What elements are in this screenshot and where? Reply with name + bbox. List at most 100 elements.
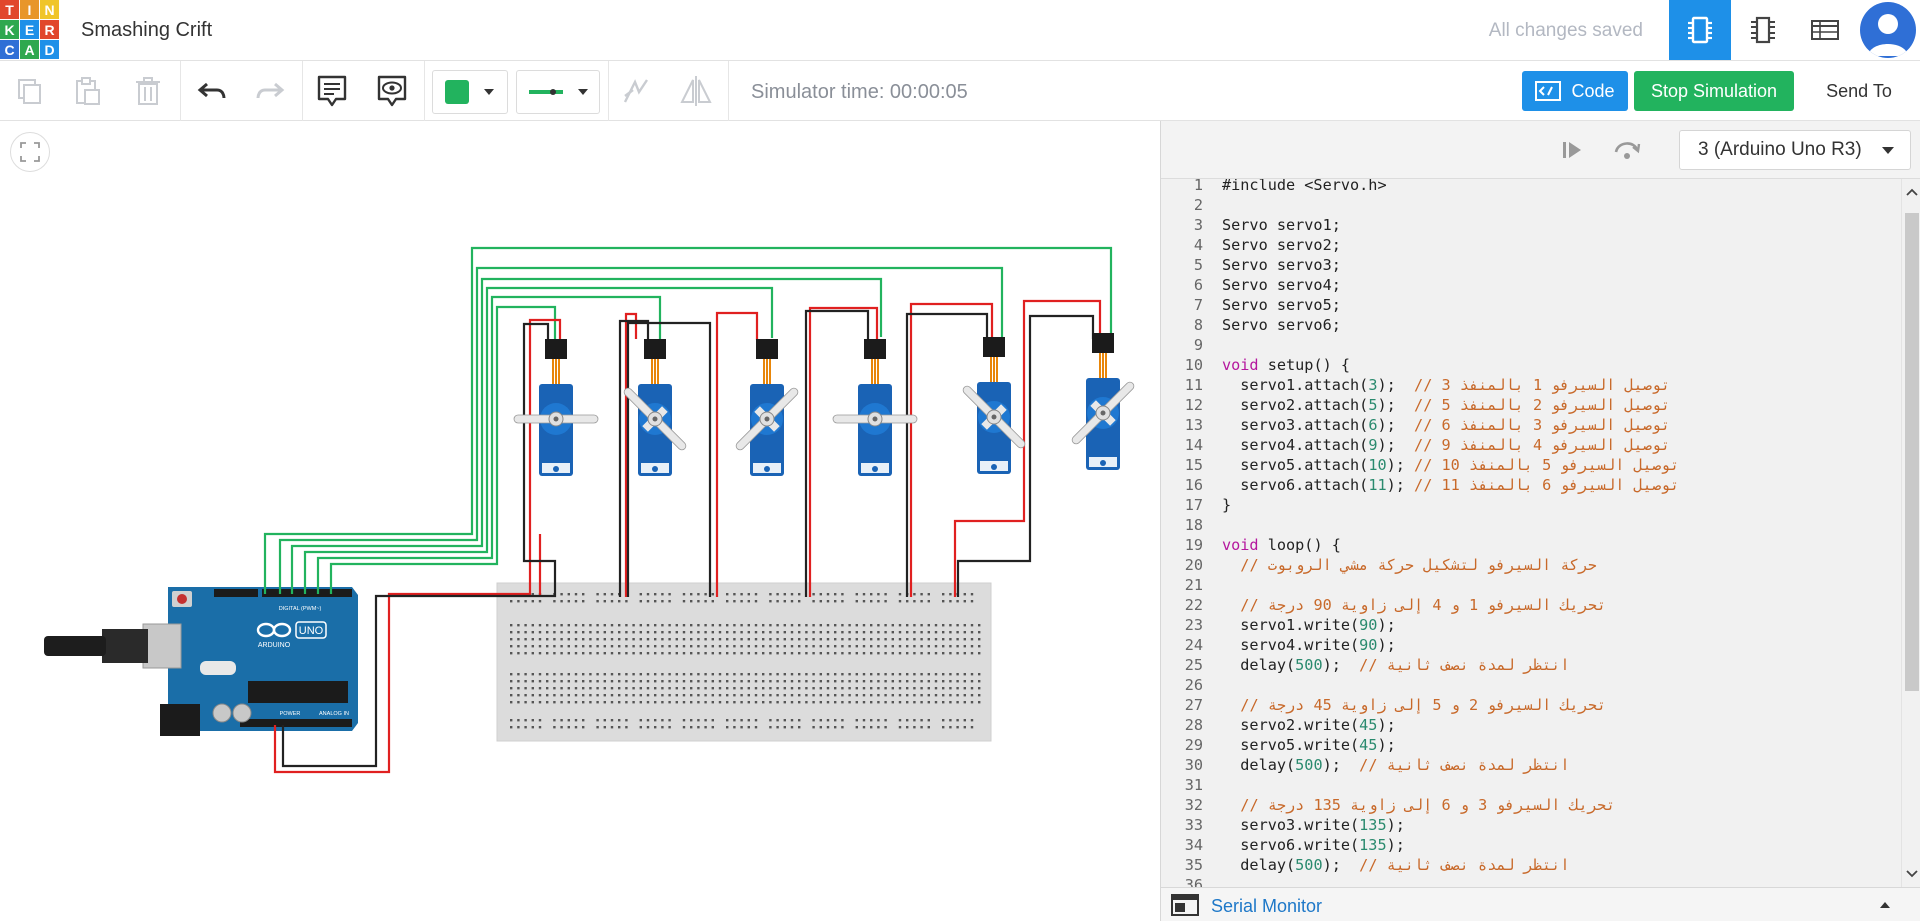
project-title[interactable]: Smashing Crift (81, 19, 212, 42)
step-button[interactable] (1559, 137, 1585, 168)
fit-view-button[interactable] (10, 132, 50, 172)
editor-scrollbar[interactable] (1901, 179, 1920, 887)
line-number: 36 (1184, 876, 1203, 887)
code-line[interactable]: 6 Servo servo4; (1161, 275, 1901, 295)
code-toolbar: 3 (Arduino Uno R3) (1161, 121, 1920, 179)
line-number: 14 (1184, 436, 1203, 454)
code-line[interactable]: 2 (1161, 195, 1901, 215)
component-list-button[interactable] (1794, 0, 1856, 60)
code-line[interactable]: 5 Servo servo3; (1161, 255, 1901, 275)
servo-motor[interactable] (832, 339, 918, 479)
code-line[interactable]: 12 servo2.attach(5); // توصيل السيرفو 2 … (1161, 395, 1901, 415)
code-text: servo6.write(135); (1222, 836, 1405, 854)
code-line[interactable]: 25 delay(500); // انتظر لمدة نصف ثانية (1161, 655, 1901, 675)
redo-icon (256, 82, 285, 99)
serial-monitor-label[interactable]: Serial Monitor (1211, 896, 1322, 917)
code-line[interactable]: 17} (1161, 495, 1901, 515)
code-line[interactable]: 29 servo5.write(45); (1161, 735, 1901, 755)
fill-color-swatch (445, 80, 469, 104)
arduino-uno-board[interactable]: UNO ARDUINO DIGITAL (PWM~) POWER ANALOG … (44, 587, 358, 736)
line-number: 33 (1184, 816, 1203, 834)
code-line[interactable]: 31 (1161, 775, 1901, 795)
code-line[interactable]: 14 servo4.attach(9); // توصيل السيرفو 4 … (1161, 435, 1901, 455)
code-editor[interactable]: 1 #include <Servo.h> 2 3 Servo servo1; 4 Servo… (1161, 179, 1901, 887)
code-text: // تحريك السيرفو 1 و 4 إلى زاوية 90 درجة (1240, 596, 1607, 614)
code-line[interactable]: 9 (1161, 335, 1901, 355)
code-line[interactable]: 18 (1161, 515, 1901, 535)
code-line[interactable]: 34 servo6.write(135); (1161, 835, 1901, 855)
tinkercad-logo[interactable]: TIN KER CAD (0, 0, 59, 59)
paste-button[interactable] (68, 71, 108, 111)
code-button[interactable]: Code (1522, 71, 1628, 111)
code-line[interactable]: 24 servo4.write(90); (1161, 635, 1901, 655)
code-line[interactable]: 1 #include <Servo.h> (1161, 179, 1901, 195)
send-to-button[interactable]: Send To (1800, 71, 1918, 111)
notes-button[interactable] (312, 71, 352, 111)
code-line[interactable]: 26 (1161, 675, 1901, 695)
undo-button[interactable] (192, 71, 232, 111)
code-line[interactable]: 33 servo3.write(135); (1161, 815, 1901, 835)
flip-button[interactable] (676, 71, 716, 111)
device-select-value: 3 (Arduino Uno R3) (1698, 139, 1862, 160)
code-line[interactable]: 4 Servo servo2; (1161, 235, 1901, 255)
schematic-view-button[interactable] (1732, 0, 1794, 60)
code-text: Servo servo2; (1222, 236, 1341, 254)
code-line[interactable]: 20 // حركة السيرفو لتشكيل حركة مشي الروب… (1161, 555, 1901, 575)
app-header: TIN KER CAD Smashing Crift All changes sav… (0, 0, 1920, 61)
code-line[interactable]: 7 Servo servo5; (1161, 295, 1901, 315)
code-text: // تحريك السيرفو 2 و 5 إلى زاوية 45 درجة (1240, 696, 1607, 714)
notes-visibility-button[interactable] (372, 71, 412, 111)
line-number: 5 (1193, 256, 1203, 274)
code-line[interactable]: 11 servo1.attach(3); // توصيل السيرفو 1 … (1161, 375, 1901, 395)
align-button[interactable] (616, 71, 656, 111)
code-text: servo3.write(135); (1222, 816, 1405, 834)
code-line[interactable]: 19 void loop() { (1161, 535, 1901, 555)
redo-button[interactable] (250, 71, 290, 111)
line-number: 21 (1184, 576, 1203, 594)
save-status: All changes saved (1488, 20, 1643, 41)
stop-simulation-button[interactable]: Stop Simulation (1634, 71, 1794, 111)
circuit-canvas[interactable]: UNO ARDUINO DIGITAL (PWM~) POWER ANALOG … (0, 121, 1160, 921)
circuit-view-button[interactable] (1669, 0, 1731, 60)
code-line[interactable]: 22 // تحريك السيرفو 1 و 4 إلى زاوية 90 د… (1161, 595, 1901, 615)
code-text: servo3.attach(6); // توصيل السيرفو 3 بال… (1222, 416, 1671, 434)
code-line[interactable]: 30 delay(500); // انتظر لمدة نصف ثانية (1161, 755, 1901, 775)
fill-color-dropdown[interactable] (432, 70, 508, 114)
step-over-button[interactable] (1613, 137, 1641, 168)
scroll-thumb[interactable] (1905, 213, 1919, 691)
code-line[interactable]: 28 servo2.write(45); (1161, 715, 1901, 735)
schematic-view-icon (1751, 16, 1775, 44)
code-line[interactable]: 32 // تحريك السيرفو 3 و 6 إلى زاوية 135 … (1161, 795, 1901, 815)
code-line[interactable]: 35 delay(500); // انتظر لمدة نصف ثانية (1161, 855, 1901, 875)
servo-motor[interactable] (727, 339, 806, 479)
code-line[interactable]: 8 Servo servo6; (1161, 315, 1901, 335)
serial-monitor-icon (1171, 894, 1199, 916)
simulator-time: Simulator time: 00:00:05 (751, 81, 968, 103)
digital-pins-label: DIGITAL (PWM~) (279, 606, 322, 612)
component-list-icon (1811, 20, 1839, 40)
device-select[interactable]: 3 (Arduino Uno R3) (1679, 130, 1911, 170)
line-number: 24 (1184, 636, 1203, 654)
code-line[interactable]: 23 servo1.write(90); (1161, 615, 1901, 635)
servo-motor[interactable] (954, 337, 1033, 477)
breadboard[interactable] (496, 582, 992, 742)
delete-button[interactable] (128, 71, 168, 111)
servos[interactable] (513, 333, 1143, 479)
code-line[interactable]: 15 servo5.attach(10); // توصيل السيرفو 5… (1161, 455, 1901, 475)
wire-color-dropdown[interactable] (516, 70, 600, 114)
copy-button[interactable] (10, 71, 50, 111)
code-line[interactable]: 27 // تحريك السيرفو 2 و 5 إلى زاوية 45 د… (1161, 695, 1901, 715)
code-line[interactable]: 13 servo3.attach(6); // توصيل السيرفو 3 … (1161, 415, 1901, 435)
serial-monitor-bar[interactable]: Serial Monitor (1161, 887, 1920, 921)
circuit-drawing[interactable]: UNO ARDUINO DIGITAL (PWM~) POWER ANALOG … (0, 121, 1160, 921)
servo-motor[interactable] (513, 339, 599, 479)
code-line[interactable]: 3 Servo servo1; (1161, 215, 1901, 235)
code-line[interactable]: 16 servo6.attach(11); // توصيل السيرفو 6… (1161, 475, 1901, 495)
note-icon (317, 75, 347, 107)
code-line[interactable]: 10 void setup() { (1161, 355, 1901, 375)
line-number: 1 (1193, 179, 1203, 194)
code-line[interactable]: 21 (1161, 575, 1901, 595)
user-avatar-button[interactable] (1856, 0, 1920, 60)
servo-motor[interactable] (1063, 333, 1142, 473)
code-line[interactable]: 36 (1161, 875, 1901, 887)
